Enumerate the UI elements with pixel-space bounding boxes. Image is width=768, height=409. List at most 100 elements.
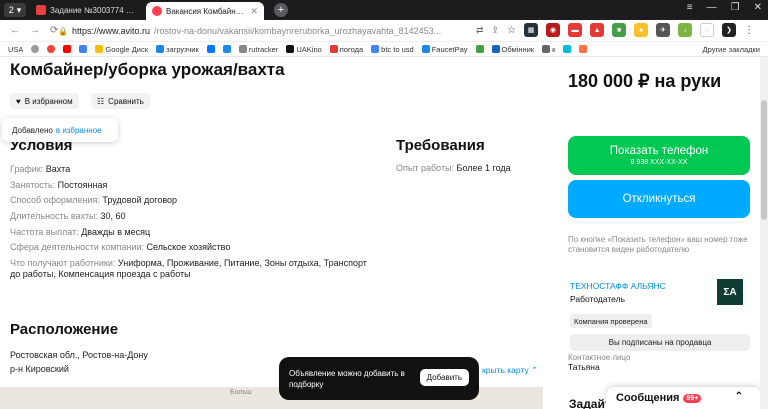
- compare-icon: ☷: [97, 96, 105, 106]
- condition-row: Длительность вахты: 30, 60: [10, 211, 126, 221]
- bookmark-item[interactable]: [579, 45, 588, 53]
- extension-icon[interactable]: ▬: [568, 23, 583, 37]
- bookmark-item[interactable]: к: [542, 45, 555, 54]
- share-icon[interactable]: ⇪: [492, 25, 500, 36]
- page-title: Комбайнер/уборка урожая/вахта: [10, 60, 285, 79]
- mail-icon: [79, 45, 88, 53]
- maximize-icon[interactable]: ❐: [731, 2, 740, 13]
- site-icon: [222, 45, 231, 53]
- requirements-heading: Требования: [396, 137, 485, 154]
- requirement-row: Опыт работы: Более 1 года: [396, 163, 511, 173]
- bookmark-item[interactable]: [222, 45, 231, 53]
- company-logo[interactable]: ΣA: [717, 279, 743, 305]
- avito-favicon-icon: [152, 6, 162, 16]
- subscribed-button[interactable]: Вы подписаны на продавца: [570, 334, 750, 351]
- location-address: Ростовская обл., Ростов-на-Дону: [10, 350, 148, 360]
- site-icon: [47, 45, 56, 53]
- kino-icon: [286, 45, 295, 53]
- bookmark-item[interactable]: [63, 45, 72, 53]
- minimize-icon[interactable]: —: [707, 2, 717, 13]
- bookmark-item[interactable]: rutracker: [238, 45, 278, 54]
- bookmark-item[interactable]: [47, 45, 56, 53]
- new-tab-button[interactable]: +: [274, 3, 288, 17]
- forward-icon[interactable]: →: [30, 25, 40, 36]
- url-input[interactable]: 🔒 https://www.avito.ru/rostov-na-donu/va…: [58, 23, 470, 39]
- tab-vacancy[interactable]: Вакансия Комбайнер/у ✕: [146, 2, 264, 20]
- bookmark-item[interactable]: Google Диск: [95, 45, 148, 54]
- bookmark-item[interactable]: погода: [329, 45, 363, 54]
- download-icon[interactable]: ↓: [678, 23, 693, 37]
- site-icon: [475, 45, 484, 53]
- bookmark-item[interactable]: загрузчик: [156, 45, 199, 54]
- tab-task[interactable]: Задание №3003774 - про: [30, 1, 142, 19]
- extension-icon[interactable]: ▲: [590, 23, 605, 37]
- bookmark-item[interactable]: [31, 45, 40, 53]
- vk-icon: [206, 45, 215, 53]
- chevron-up-icon[interactable]: ⌃: [735, 391, 743, 402]
- condition-row: Частота выплат: Дважды в месяц: [10, 227, 151, 237]
- extension-icon[interactable]: ■: [612, 23, 627, 37]
- phone-note: По кнопке «Показать телефон» ваш номер т…: [568, 235, 748, 254]
- respond-button[interactable]: Откликнуться: [568, 180, 750, 218]
- translate-icon[interactable]: ⇄: [476, 25, 484, 36]
- bookmark-item[interactable]: [475, 45, 484, 53]
- menu-icon[interactable]: ⋮: [744, 25, 754, 36]
- bookmark-icon[interactable]: ☆: [507, 25, 516, 36]
- bookmark-item[interactable]: [563, 45, 572, 53]
- bookmark-item[interactable]: btc to usd: [371, 45, 414, 54]
- faucetpay-icon: [421, 45, 430, 53]
- extension-icon[interactable]: ✈: [656, 23, 671, 37]
- contact-label: Контактное лицо: [568, 353, 631, 362]
- bookmark-item[interactable]: Обмінник: [491, 45, 534, 54]
- company-role: Работодатель: [570, 294, 625, 304]
- blogger-icon: [579, 45, 588, 53]
- condition-row: Что получают работники: Униформа, Прожив…: [10, 258, 367, 268]
- messages-panel[interactable]: Сообщения 99+ ⌃: [606, 387, 761, 409]
- condition-row-continued: до работы, Компенсация проезда с работы: [10, 269, 191, 279]
- company-name-link[interactable]: ТЕХНОСТАФФ АЛЬЯНС: [570, 281, 666, 291]
- map-road-label: Больш: [230, 389, 252, 396]
- verified-badge: Компания проверена: [570, 314, 652, 328]
- chevron-down-icon: ▾: [16, 4, 22, 15]
- add-to-collection-button[interactable]: Добавить: [419, 369, 469, 386]
- condition-row: График: Вахта: [10, 164, 71, 174]
- close-tab-icon[interactable]: ✕: [250, 6, 258, 17]
- globe-icon: [31, 45, 40, 53]
- condition-row: Способ оформления: Трудовой договор: [10, 195, 178, 205]
- close-window-icon[interactable]: ✕: [754, 2, 762, 13]
- site-icon: [542, 45, 551, 53]
- tab-counter[interactable]: 2 ▾: [4, 3, 26, 17]
- other-bookmarks[interactable]: Другие закладки: [703, 45, 760, 54]
- favorite-button[interactable]: ♥ В избранном: [10, 93, 79, 109]
- salary-price: 180 000 ₽ на руки: [568, 71, 722, 91]
- condition-row: Сфера деятельности компании: Сельское хо…: [10, 242, 231, 252]
- condition-row: Занятость: Постоянная: [10, 180, 108, 190]
- bookmark-item[interactable]: FaucetPay: [421, 45, 468, 54]
- bookmark-item[interactable]: UAKino: [286, 45, 322, 54]
- google-icon: [371, 45, 380, 53]
- show-phone-button[interactable]: Показать телефон 8 938 XXX-XX-XX: [568, 136, 750, 175]
- bookmark-item[interactable]: USA: [8, 45, 23, 54]
- heart-icon: ♥: [16, 96, 21, 106]
- bookmarks-bar: USA Google Диск загрузчик rutracker UAKi…: [0, 42, 768, 57]
- back-icon[interactable]: ←: [10, 25, 20, 36]
- extension-icon[interactable]: ◉: [546, 23, 561, 37]
- extension-icon[interactable]: ◌: [700, 23, 715, 37]
- scrollbar-thumb[interactable]: [761, 100, 767, 220]
- bookmark-item[interactable]: [206, 45, 215, 53]
- sidebar-panel-icon[interactable]: ❯: [722, 23, 737, 37]
- folder-icon: [156, 45, 164, 53]
- tab-search-icon[interactable]: ≡: [687, 2, 693, 13]
- bookmark-item[interactable]: [79, 45, 88, 53]
- favorites-link[interactable]: в избранное: [56, 126, 102, 135]
- extension-icon[interactable]: ●: [634, 23, 649, 37]
- drive-icon: [95, 45, 104, 53]
- location-district: р-н Кировский: [10, 364, 69, 374]
- browser-tab-strip: 2 ▾ Задание №3003774 - про Вакансия Комба…: [0, 0, 768, 20]
- hide-map-link[interactable]: крыть карту ⌃: [482, 365, 538, 376]
- compare-button[interactable]: ☷ Сравнить: [91, 93, 150, 109]
- youtube-icon: [63, 45, 72, 53]
- extension-icon[interactable]: ▦: [524, 23, 539, 37]
- torrent-icon: [238, 45, 247, 53]
- site-icon: [563, 45, 572, 53]
